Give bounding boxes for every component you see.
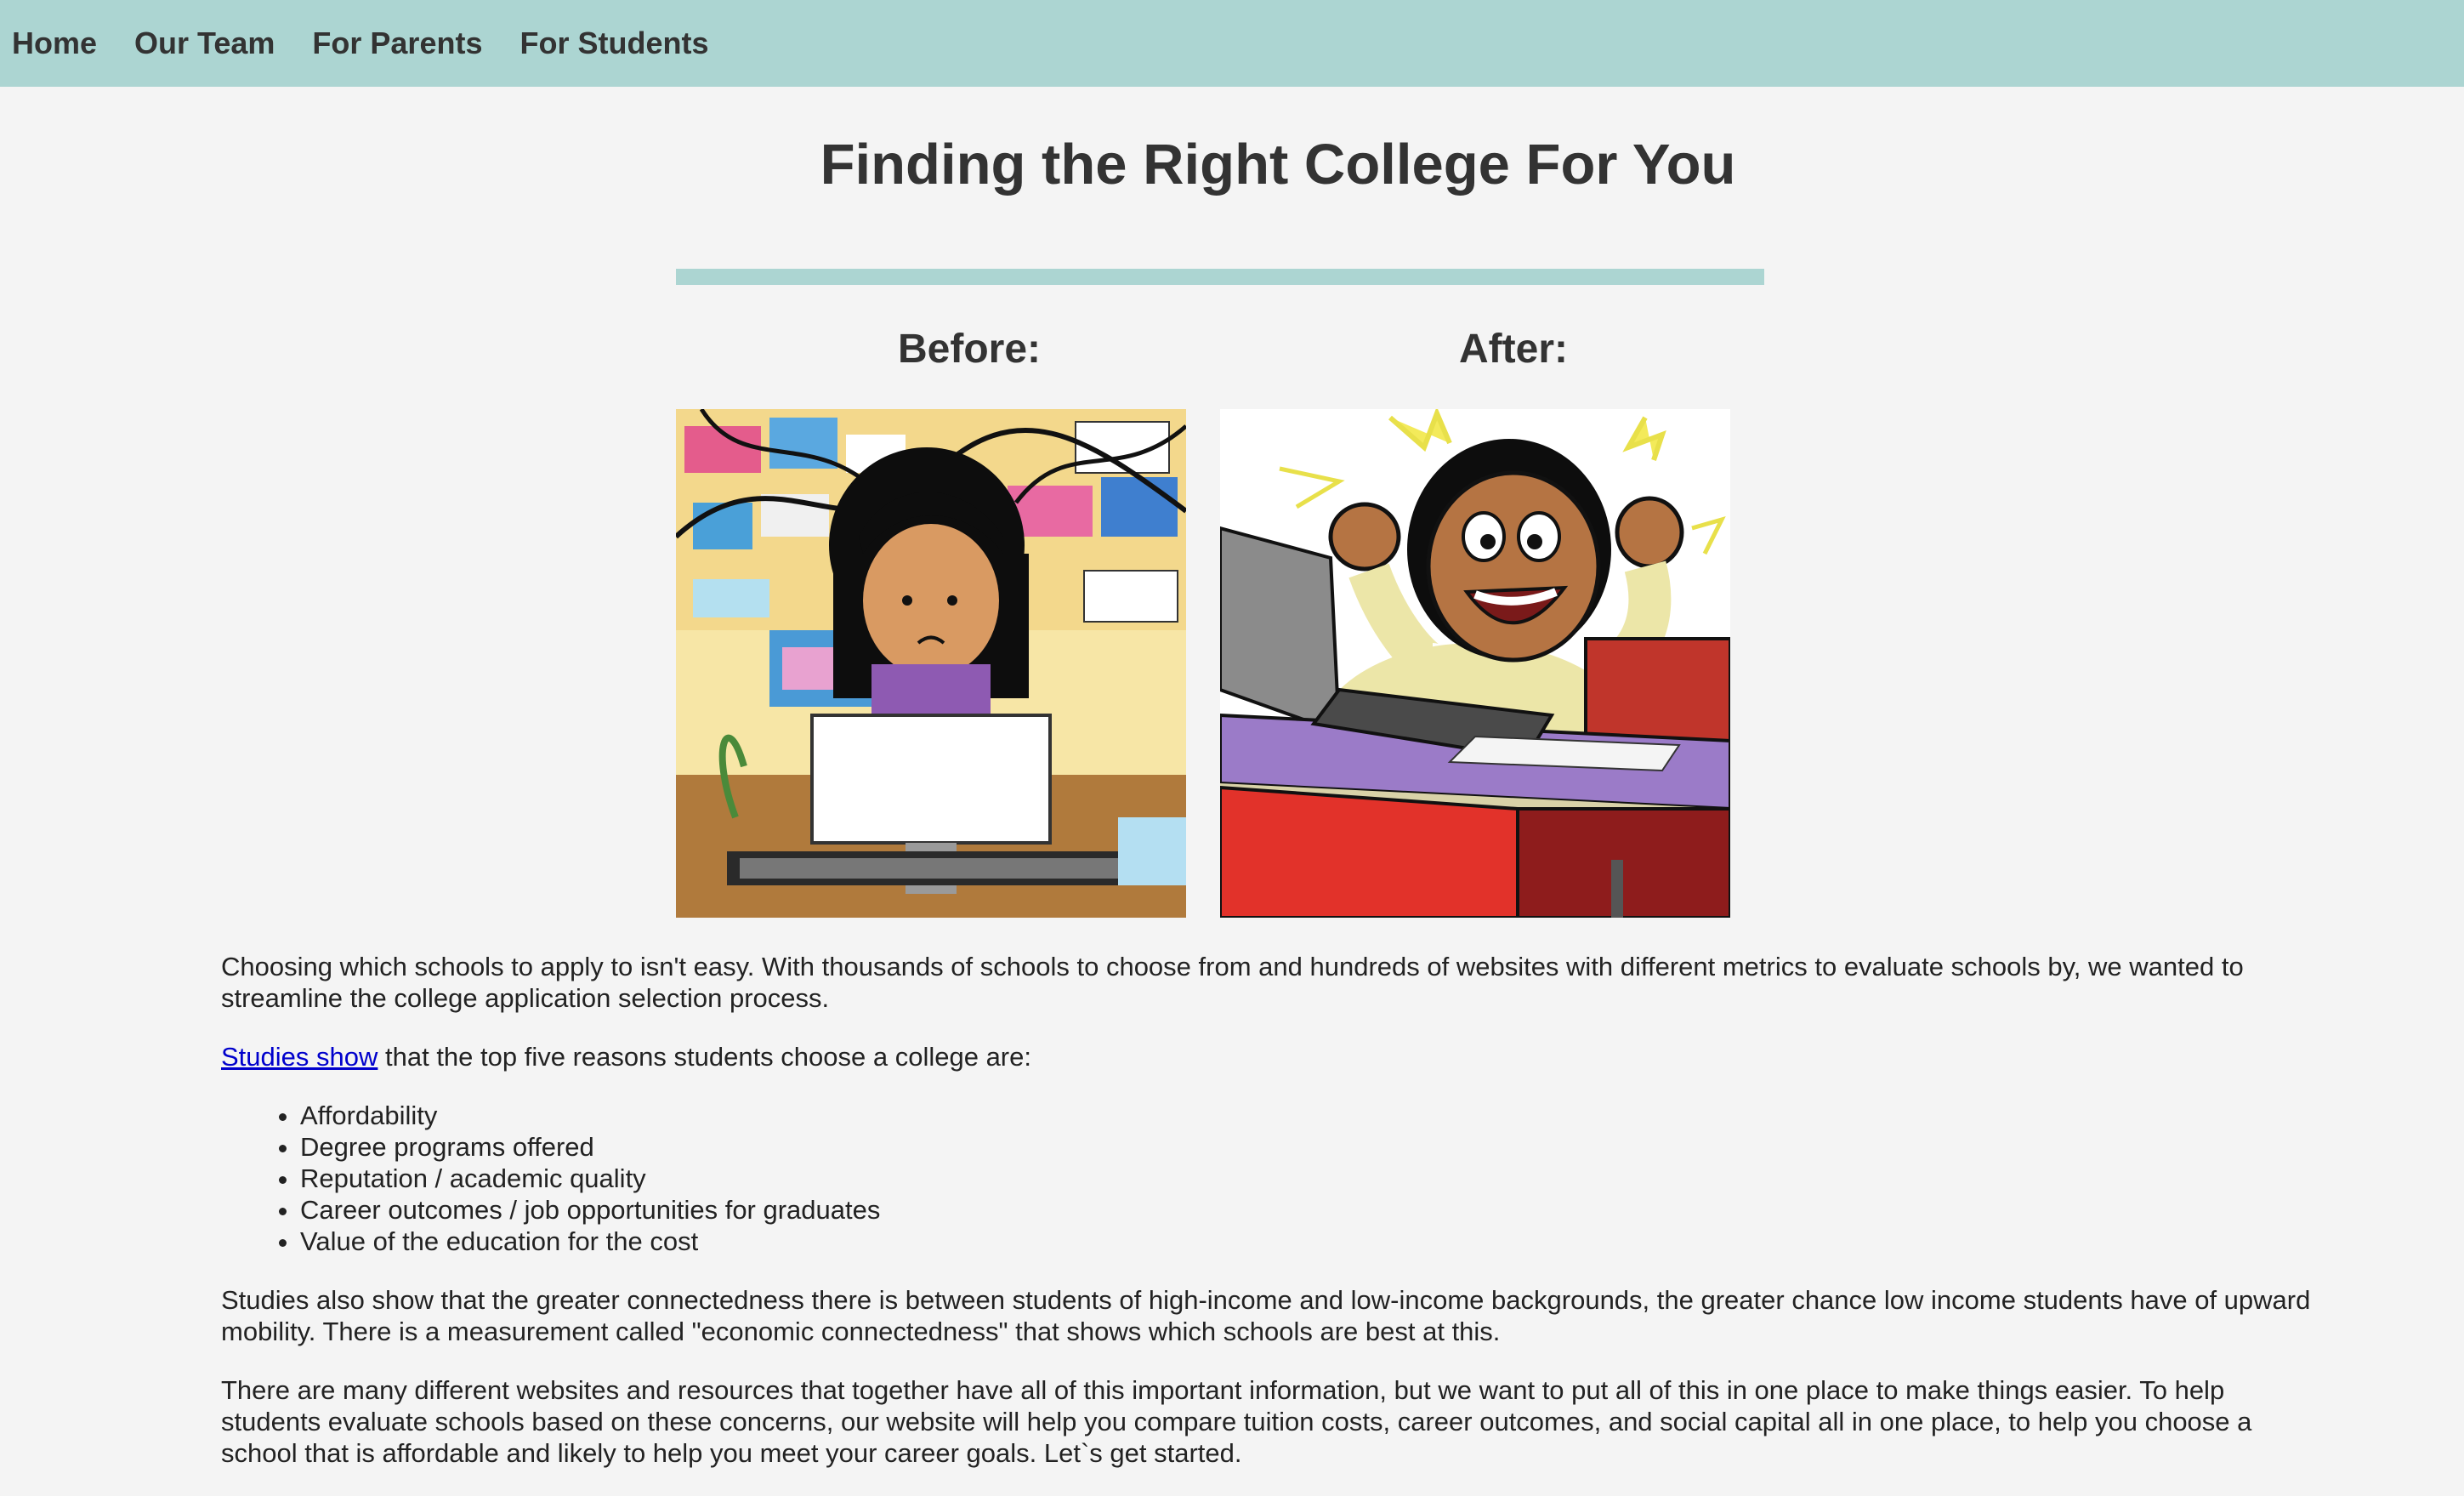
closing-paragraph: There are many different websites and re… bbox=[221, 1375, 2252, 1468]
connectedness-paragraph: Studies also show that the greater conne… bbox=[221, 1285, 2311, 1346]
nav-item-for-parents[interactable]: For Parents bbox=[312, 26, 482, 61]
intro-paragraph: Choosing which schools to apply to isn't… bbox=[221, 952, 2244, 1013]
happy-student-illustration bbox=[1220, 409, 1730, 918]
page-title: Finding the Right College For You bbox=[820, 133, 1736, 196]
studies-text: that the top five reasons students choos… bbox=[378, 1042, 1031, 1072]
reasons-list: Affordability Degree programs offered Re… bbox=[221, 1100, 2330, 1257]
after-caption: After: bbox=[1459, 327, 1568, 372]
after-image bbox=[1220, 409, 1730, 918]
main-content: Choosing which schools to apply to isn't… bbox=[221, 951, 2330, 1496]
list-item: Affordability bbox=[300, 1100, 2330, 1131]
before-image bbox=[676, 409, 1186, 918]
nav-item-for-students[interactable]: For Students bbox=[519, 26, 708, 61]
top-nav: Home Our Team For Parents For Students bbox=[0, 0, 2464, 87]
list-item: Degree programs offered bbox=[300, 1131, 2330, 1163]
list-item: Value of the education for the cost bbox=[300, 1226, 2330, 1257]
nav-item-home[interactable]: Home bbox=[12, 26, 97, 61]
studies-show-link[interactable]: Studies show bbox=[221, 1042, 378, 1072]
stressed-student-illustration bbox=[676, 409, 1186, 918]
before-caption: Before: bbox=[897, 327, 1042, 372]
studies-paragraph: Studies show that the top five reasons s… bbox=[221, 1041, 2330, 1072]
nav-item-our-team[interactable]: Our Team bbox=[134, 26, 275, 61]
list-item: Reputation / academic quality bbox=[300, 1163, 2330, 1194]
list-item: Career outcomes / job opportunities for … bbox=[300, 1194, 2330, 1226]
title-divider bbox=[676, 269, 1764, 285]
